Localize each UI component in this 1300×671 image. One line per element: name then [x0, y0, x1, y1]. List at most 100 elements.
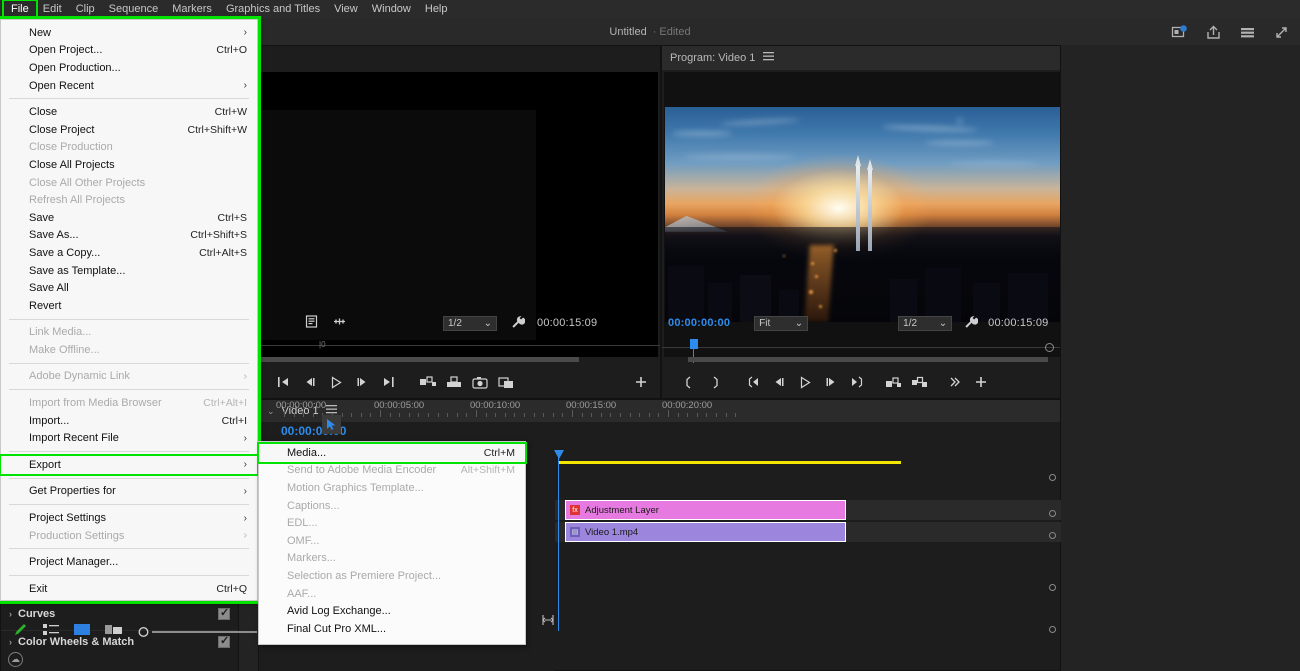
icon-view-icon[interactable] — [74, 623, 90, 641]
menubar-item-edit[interactable]: Edit — [36, 1, 69, 18]
lift-icon[interactable] — [880, 370, 906, 394]
comparison-view-icon[interactable] — [493, 370, 519, 394]
go-to-in-icon[interactable] — [271, 370, 297, 394]
step-back-icon[interactable] — [766, 370, 792, 394]
work-area-bar[interactable] — [558, 461, 901, 464]
menubar-item-view[interactable]: View — [327, 1, 365, 18]
file-menu-item-project-settings[interactable]: Project Settings › — [1, 509, 257, 527]
file-menu-item-import-recent-file[interactable]: Import Recent File › — [1, 429, 257, 447]
file-menu-item-open-recent[interactable]: Open Recent › — [1, 77, 257, 95]
track-handle-top[interactable] — [1049, 474, 1056, 481]
file-menu-item-get-properties-for[interactable]: Get Properties for › — [1, 483, 257, 501]
timeline-playhead[interactable] — [554, 450, 564, 459]
overwrite-icon[interactable] — [441, 370, 467, 394]
more-options-icon[interactable] — [942, 370, 968, 394]
source-settings-icon[interactable] — [305, 315, 318, 331]
timeline-clip-adjustment-layer[interactable]: fx Adjustment Layer — [565, 500, 846, 520]
button-editor-icon[interactable] — [628, 370, 654, 394]
play-icon[interactable] — [792, 370, 818, 394]
zoom-slider-icon[interactable] — [138, 625, 257, 639]
file-menu-item-revert[interactable]: Revert — [1, 297, 257, 315]
menubar-item-file[interactable]: File — [2, 0, 38, 20]
menubar-item-markers[interactable]: Markers — [165, 1, 219, 18]
step-back-icon[interactable] — [297, 370, 323, 394]
program-monitor-tab[interactable]: Program: Video 1 — [670, 52, 755, 64]
section-checkbox[interactable] — [218, 634, 230, 648]
track-handle-a2[interactable] — [1049, 626, 1056, 633]
file-menu-item-export[interactable]: Export › — [0, 454, 259, 476]
section-checkbox[interactable] — [218, 606, 230, 620]
panel-menu-icon[interactable] — [763, 52, 775, 64]
menu-item-label: Save All — [29, 282, 69, 295]
track-handle-a1[interactable] — [1049, 584, 1056, 591]
notification-icon[interactable] — [1171, 24, 1188, 41]
list-view-icon[interactable] — [43, 623, 59, 642]
export-menu-item-final-cut-pro-xml[interactable]: Final Cut Pro XML... — [259, 620, 525, 638]
go-to-out-icon[interactable] — [844, 370, 870, 394]
file-menu-item-save-as[interactable]: Save As... Ctrl+Shift+S — [1, 227, 257, 245]
mark-out-icon[interactable] — [702, 370, 728, 394]
menubar-item-window[interactable]: Window — [365, 1, 418, 18]
program-zoom-select[interactable]: 1/2 ⌄ — [898, 315, 953, 331]
source-wrench-icon[interactable] — [511, 315, 526, 332]
source-dragvideo-icon[interactable] — [332, 315, 347, 331]
file-menu-item-close[interactable]: Close Ctrl+W — [1, 103, 257, 121]
button-editor-icon[interactable] — [968, 370, 994, 394]
clip-label: Adjustment Layer — [585, 504, 659, 516]
step-forward-icon[interactable] — [349, 370, 375, 394]
program-wrench-icon[interactable] — [964, 315, 979, 332]
fullscreen-icon[interactable] — [1273, 24, 1290, 41]
file-menu-item-open-production[interactable]: Open Production... — [1, 59, 257, 77]
step-forward-icon[interactable] — [818, 370, 844, 394]
play-icon[interactable] — [323, 370, 349, 394]
pen-icon[interactable] — [12, 622, 28, 643]
menubar-item-clip[interactable]: Clip — [69, 1, 102, 18]
menubar-item-help[interactable]: Help — [418, 1, 455, 18]
file-menu-item-save-as-template[interactable]: Save as Template... — [1, 262, 257, 280]
timeline-clip-video1[interactable]: ▤ Video 1.mp4 — [565, 522, 846, 542]
file-menu-item-import[interactable]: Import... Ctrl+I — [1, 412, 257, 430]
file-menu-item-close-project[interactable]: Close Project Ctrl+Shift+W — [1, 121, 257, 139]
program-fit-select[interactable]: Fit ⌄ — [754, 315, 809, 331]
file-menu-item-close-all-projects[interactable]: Close All Projects — [1, 156, 257, 174]
menu-separator — [9, 477, 249, 479]
source-zoom-select[interactable]: 1/2 ⌄ — [443, 315, 497, 331]
file-menu-item-save-all[interactable]: Save All — [1, 279, 257, 297]
go-to-out-icon[interactable] — [375, 370, 401, 394]
file-menu-item-save-a-copy[interactable]: Save a Copy... Ctrl+Alt+S — [1, 244, 257, 262]
insert-icon[interactable] — [415, 370, 441, 394]
menubar-item-sequence[interactable]: Sequence — [102, 1, 166, 18]
edited-indicator: · Edited — [652, 26, 691, 38]
file-menu-item-new[interactable]: New › — [1, 24, 257, 42]
list-icon[interactable] — [1239, 24, 1256, 41]
ruler-tick — [687, 413, 689, 417]
track-handle-v2[interactable] — [1049, 510, 1056, 517]
export-menu-item-media[interactable]: Media... Ctrl+M — [257, 442, 527, 464]
file-menu-item-open-project[interactable]: Open Project... Ctrl+O — [1, 42, 257, 60]
menu-item-label: Exit — [29, 582, 48, 595]
program-playhead-timecode[interactable]: 00:00:00:00 — [668, 317, 730, 329]
go-to-in-icon[interactable] — [740, 370, 766, 394]
freeform-view-icon[interactable] — [105, 623, 123, 641]
source-scrubber[interactable]: |0 — [239, 337, 660, 365]
file-menu-item-project-manager[interactable]: Project Manager... — [1, 553, 257, 571]
timeline-ruler[interactable]: 00:00:00:00 00:00:05:00 00:00:10:00 00:00:1… — [276, 399, 744, 417]
chevron-down-icon[interactable]: ⌄ — [267, 406, 275, 417]
file-menu-item-close-production: Close Production — [1, 139, 257, 157]
timeline-snap-icon[interactable] — [541, 613, 555, 631]
export-menu-item-avid-log-exchange[interactable]: Avid Log Exchange... — [259, 602, 525, 620]
program-control-bar: 00:00:00:00 Fit ⌄ 1/2 ⌄ 00:00:15:09 — [662, 310, 1060, 336]
mark-in-icon[interactable] — [676, 370, 702, 394]
file-menu-item-exit[interactable]: Exit Ctrl+Q — [1, 580, 257, 598]
track-handle-v1[interactable] — [1049, 532, 1056, 539]
menubar-item-graphics-and-titles[interactable]: Graphics and Titles — [219, 1, 327, 18]
share-icon[interactable] — [1205, 24, 1222, 41]
extract-icon[interactable] — [906, 370, 932, 394]
menu-item-label: Close Production — [29, 141, 113, 154]
export-frame-icon[interactable] — [467, 370, 493, 394]
menu-separator — [9, 451, 249, 453]
program-preview-frame — [664, 107, 1060, 322]
file-menu-item-save[interactable]: Save Ctrl+S — [1, 209, 257, 227]
timeline-selection-tool[interactable] — [322, 415, 341, 434]
program-scrubber[interactable] — [662, 337, 1060, 365]
